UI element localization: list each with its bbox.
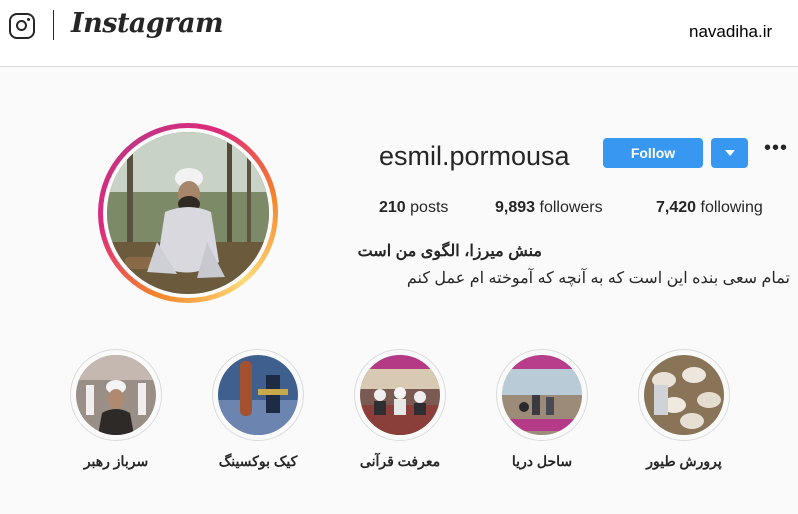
profile-full-name: منش میرزا، الگوی من است	[357, 243, 542, 260]
profile-bio: تمام سعی بنده این است که به آنچه که آموخ…	[406, 270, 790, 287]
followers-stat[interactable]: 9,893 followers	[495, 199, 603, 217]
site-watermark: navadiha.ir	[689, 22, 773, 41]
highlight-item[interactable]: ساحل دریا	[492, 349, 592, 470]
suggested-accounts-dropdown-button[interactable]	[711, 138, 748, 168]
follow-button[interactable]: Follow	[603, 138, 703, 168]
following-count: 7,420	[656, 199, 697, 216]
highlight-cover-image	[360, 355, 440, 435]
followers-count: 9,893	[495, 199, 536, 216]
chevron-down-icon	[725, 150, 735, 156]
highlight-label: کیک بوکسینگ	[218, 453, 298, 469]
highlight-label: پرورش طیور	[646, 453, 722, 469]
posts-stat: 210 posts	[379, 199, 448, 217]
highlight-cover-ring	[638, 349, 730, 441]
highlight-item[interactable]: سرباز رهبر	[66, 349, 166, 470]
highlight-label: ساحل دریا	[511, 453, 573, 469]
logo-divider	[53, 10, 54, 40]
instagram-camera-icon[interactable]	[9, 13, 35, 39]
highlight-cover-ring	[212, 349, 304, 441]
highlight-cover-image	[502, 355, 582, 435]
highlight-cover-image	[218, 355, 298, 435]
highlight-item[interactable]: کیک بوکسینگ	[208, 349, 308, 470]
highlight-cover-ring	[496, 349, 588, 441]
highlight-cover-image	[644, 355, 724, 435]
profile-avatar	[107, 132, 269, 294]
posts-label: posts	[410, 199, 449, 216]
more-options-icon[interactable]: •••	[764, 138, 787, 161]
highlight-cover-ring	[70, 349, 162, 441]
following-label: following	[700, 199, 763, 216]
instagram-wordmark[interactable]: Instagram	[71, 8, 224, 39]
highlight-item[interactable]: معرفت قرآنی	[350, 349, 450, 470]
profile-avatar-story-ring[interactable]	[98, 123, 278, 303]
top-navigation-bar: Instagram navadiha.ir	[0, 0, 798, 67]
posts-count: 210	[379, 199, 406, 216]
highlight-cover-image	[76, 355, 156, 435]
highlight-label: معرفت قرآنی	[359, 453, 441, 469]
highlight-cover-ring	[354, 349, 446, 441]
following-stat[interactable]: 7,420 following	[656, 199, 763, 217]
highlight-label: سرباز رهبر	[83, 453, 149, 469]
followers-label: followers	[539, 199, 603, 216]
profile-username: esmil.pormousa	[379, 141, 570, 171]
highlight-item[interactable]: پرورش طیور	[634, 349, 734, 470]
